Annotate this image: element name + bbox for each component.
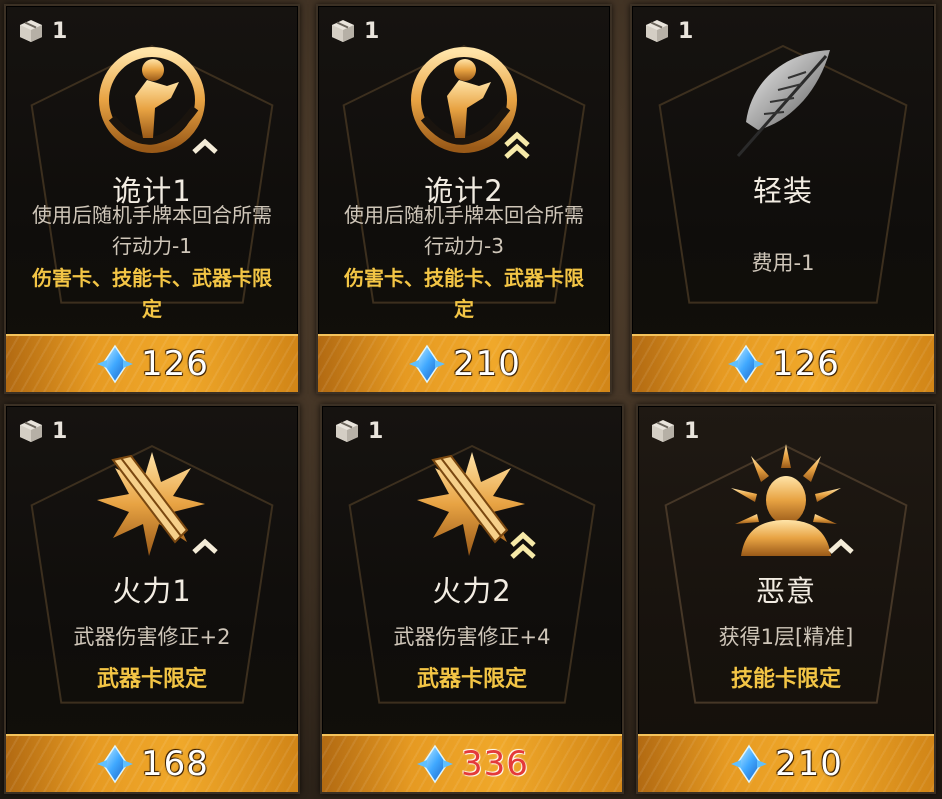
card-title: 轻装 [752,174,813,208]
box-icon [20,20,42,42]
quantity-value: 1 [684,418,700,444]
buy-button[interactable]: 336 [322,734,622,792]
buy-button[interactable]: 210 [318,334,610,392]
buy-button[interactable]: 126 [6,334,298,392]
buy-button[interactable]: 168 [6,734,298,792]
card-limit: 技能卡限定 [730,667,841,692]
crystal-gem-icon [97,744,134,784]
quantity-indicator: 1 [330,18,379,44]
quantity-value: 1 [368,418,384,444]
card-description: 使用后随机手牌本回合所需 行动力-1 [32,203,272,258]
price-value: 126 [141,344,209,384]
shop-card-firepower-2[interactable]: 1 火力2 武器伤害修正+4 武器卡限定 336 [320,404,624,794]
card-description: 使用后随机手牌本回合所需 行动力-3 [344,203,584,258]
quantity-indicator: 1 [334,418,383,444]
shop-card-trick-2[interactable]: 1 诡计2 使用后随机手牌本回合所需 行动力-3 伤害卡、技能卡、武器卡限 定 [316,4,612,394]
single-chevron-icon [192,538,218,554]
double-chevron-icon [504,131,530,159]
single-chevron-icon [828,538,854,554]
crystal-gem-icon [728,344,765,384]
quantity-value: 1 [678,18,694,44]
box-icon [646,20,668,42]
crystal-gem-icon [97,344,134,384]
quantity-indicator: 1 [18,418,67,444]
crystal-gem-icon [731,744,768,784]
card-description: 费用-1 [751,251,815,275]
single-chevron-icon [192,138,218,154]
quantity-value: 1 [52,418,68,444]
card-limit: 伤害卡、技能卡、武器卡限 定 [32,266,272,321]
card-limit: 武器卡限定 [96,667,207,692]
shop-card-light-armor[interactable]: 1 轻装 费用-1 126 [630,4,936,394]
quantity-indicator: 1 [650,418,699,444]
price-value: 168 [141,744,209,784]
quantity-indicator: 1 [18,18,67,44]
double-chevron-icon [510,531,536,559]
buy-button[interactable]: 126 [632,334,934,392]
price-value: 210 [453,344,521,384]
price-value-unaffordable: 336 [461,744,529,784]
crystal-gem-icon [409,344,446,384]
box-icon [336,420,358,442]
card-description: 武器伤害修正+4 [393,625,551,649]
shop-card-firepower-1[interactable]: 1 火力1 武器伤害修正+2 武器卡限定 168 [4,404,300,794]
box-icon [332,20,354,42]
buy-button[interactable]: 210 [638,734,934,792]
shop-card-trick-1[interactable]: 1 诡计1 使用后随机手牌本回合所需 行动力-1 伤害卡、技能卡、武器卡限 定 [4,4,300,394]
card-description: 武器伤害修正+2 [73,625,231,649]
price-value: 210 [775,744,843,784]
card-limit: 伤害卡、技能卡、武器卡限 定 [344,266,584,321]
card-title: 恶意 [755,574,816,608]
quantity-value: 1 [364,18,380,44]
shop-grid: 1 诡计1 使用后随机手牌本回合所需 行动力-1 伤害卡、技能卡、武器卡限 定 [0,0,942,799]
quantity-value: 1 [52,18,68,44]
card-title: 火力2 [432,574,512,608]
shop-card-malice[interactable]: 1 恶意 获得1层[精准] 技能卡限定 210 [636,404,936,794]
crystal-gem-icon [417,744,454,784]
quantity-indicator: 1 [644,18,693,44]
price-value: 126 [772,344,840,384]
card-limit: 武器卡限定 [416,667,527,692]
feather-icon [718,38,848,168]
box-icon [652,420,674,442]
card-title: 火力1 [112,574,192,608]
card-description: 获得1层[精准] [718,625,854,649]
box-icon [20,420,42,442]
